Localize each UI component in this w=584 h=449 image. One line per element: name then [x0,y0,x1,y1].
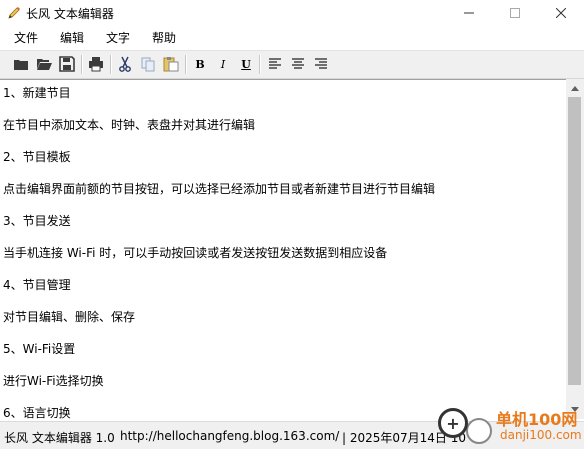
align-right-icon [315,58,327,69]
bold-button[interactable]: B [192,56,208,72]
open-button[interactable] [36,56,52,72]
editor-line: 点击编辑界面前额的节目按钮，可以选择已经添加节目或者新建节目进行节目编辑 [3,182,436,196]
underline-button[interactable]: U [238,56,254,72]
menu-text[interactable]: 文字 [95,27,141,49]
watermark-ring-icon [466,418,492,444]
editor-line: 2、节目模板 [3,150,71,164]
save-button[interactable] [59,56,75,72]
align-left-button[interactable] [267,56,283,72]
toolbar-separator [259,55,261,74]
maximize-button[interactable] [492,0,538,26]
maximize-icon [510,8,520,18]
save-icon [59,56,75,72]
underline-icon: U [241,57,251,71]
watermark-logo: + 单机100网 danji100.com [436,404,584,448]
pencil-app-icon [8,7,20,19]
toolbar-separator [110,55,112,74]
status-url: http://hellochangfeng.blog.163.com/ [120,429,340,443]
close-icon [556,8,566,18]
print-icon [89,57,103,72]
chevron-up-icon [571,86,579,91]
menu-file[interactable]: 文件 [0,27,49,49]
window-title: 长风 文本编辑器 [26,7,114,21]
editor-line: 6、语言切换 [3,406,71,420]
open-icon [37,59,52,70]
watermark-brand: 单机100网 [496,410,578,429]
watermark-plus-icon: + [438,408,468,438]
new-button[interactable] [13,56,29,72]
editor-line: 进行Wi-Fi选择切换 [3,374,104,388]
scroll-up-button[interactable] [566,80,584,97]
menu-bar: 文件 编辑 文字 帮助 [0,27,584,49]
scroll-thumb[interactable] [568,97,581,385]
watermark-domain: danji100.com [500,428,582,442]
editor-line: 4、节目管理 [3,278,71,292]
title-bar: 长风 文本编辑器 [0,0,584,26]
cut-icon [119,56,131,72]
align-right-button[interactable] [313,56,329,72]
italic-icon: I [220,57,226,71]
toolbar: B I U [0,50,584,79]
menu-help[interactable]: 帮助 [141,27,187,49]
minimize-icon [464,12,474,14]
editor-line: 5、Wi-Fi设置 [3,342,76,356]
bold-icon: B [195,57,205,71]
vertical-scrollbar[interactable] [566,79,584,419]
align-center-icon [292,58,304,69]
align-left-icon [269,58,281,69]
menu-edit[interactable]: 编辑 [49,27,95,49]
editor-line: 3、节目发送 [3,214,71,228]
copy-icon [141,57,155,72]
close-button[interactable] [538,0,584,26]
editor-line: 当手机连接 Wi-Fi 时，可以手动按回读或者发送按钮发送数据到相应设备 [3,246,388,260]
editor-line: 1、新建节目 [3,86,71,100]
paste-button[interactable] [163,56,179,72]
new-icon [14,60,28,70]
toolbar-separator [185,55,187,74]
paste-icon [163,57,179,72]
align-center-button[interactable] [290,56,306,72]
toolbar-separator [81,55,83,74]
minimize-button[interactable] [446,0,492,26]
cut-button[interactable] [117,56,133,72]
status-app-name: 长风 文本编辑器 1.0 [4,431,115,445]
editor-line: 在节目中添加文本、时钟、表盘并对其进行编辑 [3,118,256,132]
print-button[interactable] [88,56,104,72]
italic-button[interactable]: I [215,56,231,72]
editor-line: 对节目编辑、删除、保存 [3,310,136,324]
copy-button[interactable] [140,56,156,72]
text-editor[interactable]: 1、新建节目 在节目中添加文本、时钟、表盘并对其进行编辑 2、节目模板 点击编辑… [0,79,566,420]
